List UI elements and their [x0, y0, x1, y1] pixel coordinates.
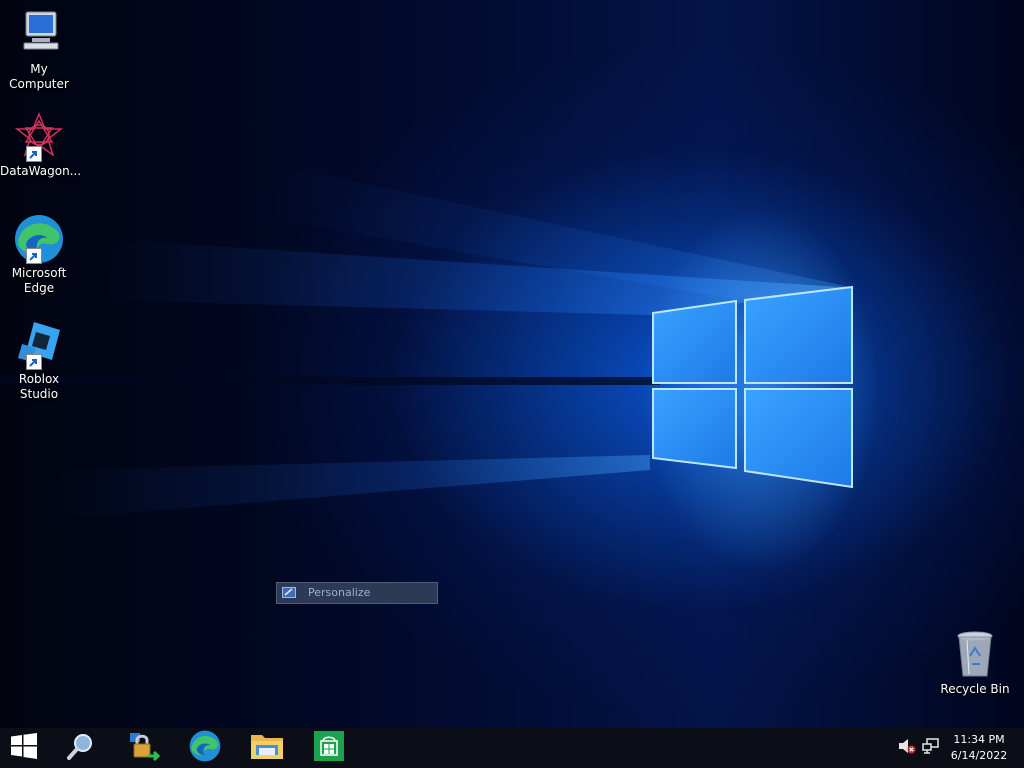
windows-logo-graphic	[652, 285, 853, 489]
context-menu-label: Personalize	[308, 586, 371, 599]
taskbar-security-app[interactable]	[119, 728, 167, 768]
desktop-icon-recycle-bin[interactable]: Recycle Bin	[936, 630, 1014, 697]
shortcut-arrow-icon	[26, 146, 42, 162]
tray-volume-button[interactable]	[896, 728, 918, 768]
context-menu-item-personalize[interactable]: Personalize	[276, 582, 438, 604]
desktop-icon-label: Recycle Bin	[940, 682, 1010, 696]
start-button[interactable]	[0, 728, 48, 768]
security-lock-icon	[126, 730, 161, 766]
desktop-icon-microsoft-edge[interactable]: Microsoft Edge	[0, 214, 78, 296]
desktop-icon-my-computer[interactable]: My Computer	[0, 10, 78, 92]
roblox-studio-icon	[14, 320, 64, 370]
recycle-bin-icon	[950, 630, 1000, 680]
search-icon	[66, 731, 96, 765]
shortcut-arrow-icon	[26, 248, 42, 264]
file-explorer-icon	[250, 731, 284, 765]
clock-date: 6/14/2022	[950, 749, 1008, 762]
wallpaper-light-beams	[0, 170, 855, 520]
desktop-icon-label: Roblox Studio	[18, 372, 60, 401]
desktop-icon-label: Microsoft Edge	[11, 266, 67, 295]
taskbar: 11:34 PM 6/14/2022	[0, 728, 1024, 768]
tray-network-button[interactable]	[920, 728, 942, 768]
taskbar-store[interactable]	[305, 728, 353, 768]
desktop[interactable]: My Computer DataWagon... Microsoft Edge …	[0, 0, 1024, 728]
desktop-icon-roblox-studio[interactable]: Roblox Studio	[0, 320, 78, 402]
network-icon	[922, 738, 940, 758]
computer-icon	[14, 10, 64, 60]
shortcut-arrow-icon	[26, 354, 42, 370]
datawagon-icon	[14, 111, 64, 162]
edge-icon	[189, 730, 221, 766]
clock-time: 11:34 PM	[953, 733, 1005, 746]
volume-muted-icon	[898, 738, 916, 758]
taskbar-file-explorer[interactable]	[243, 728, 291, 768]
windows-start-icon	[11, 733, 37, 763]
desktop-icon-datawagon[interactable]: DataWagon...	[0, 111, 82, 179]
desktop-icon-label: DataWagon...	[0, 164, 82, 178]
taskbar-search-button[interactable]	[57, 728, 105, 768]
personalize-icon	[282, 586, 296, 599]
taskbar-edge[interactable]	[181, 728, 229, 768]
desktop-icon-label: My Computer	[9, 62, 69, 91]
edge-icon	[14, 214, 64, 264]
store-icon	[314, 731, 344, 765]
taskbar-clock[interactable]: 11:34 PM 6/14/2022	[946, 732, 1012, 764]
